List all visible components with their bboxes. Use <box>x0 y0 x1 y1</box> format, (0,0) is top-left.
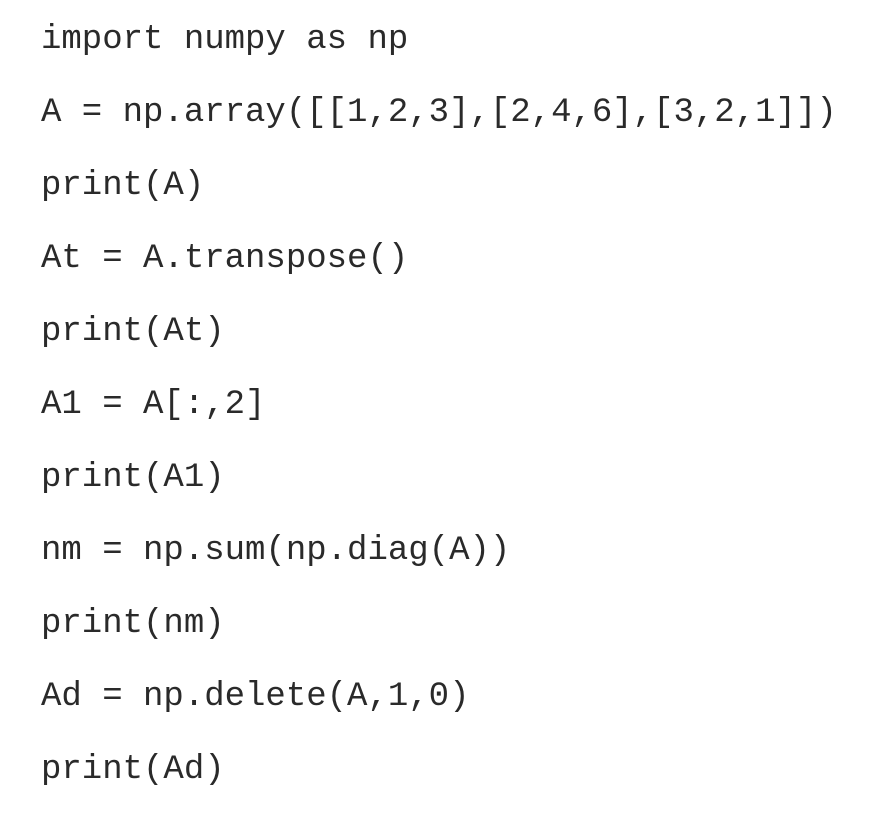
code-line-delete: Ad = np.delete(A,1,0) <box>41 678 470 716</box>
code-line-transpose: At = A.transpose() <box>41 240 409 278</box>
code-line-print-ad: print(Ad) <box>41 751 225 789</box>
code-line-print-at: print(At) <box>41 313 225 351</box>
code-line-import: import numpy as np <box>41 21 409 59</box>
code-line-diag-sum: nm = np.sum(np.diag(A)) <box>41 532 511 570</box>
code-line-column-slice: A1 = A[:,2] <box>41 386 266 424</box>
code-line-print-a1: print(A1) <box>41 459 225 497</box>
code-line-print-nm: print(nm) <box>41 605 225 643</box>
code-line-print-a: print(A) <box>41 167 205 205</box>
code-block: import numpy as np A = np.array([[1,2,3]… <box>41 16 837 819</box>
code-line-array-definition: A = np.array([[1,2,3],[2,4,6],[3,2,1]]) <box>41 94 837 132</box>
